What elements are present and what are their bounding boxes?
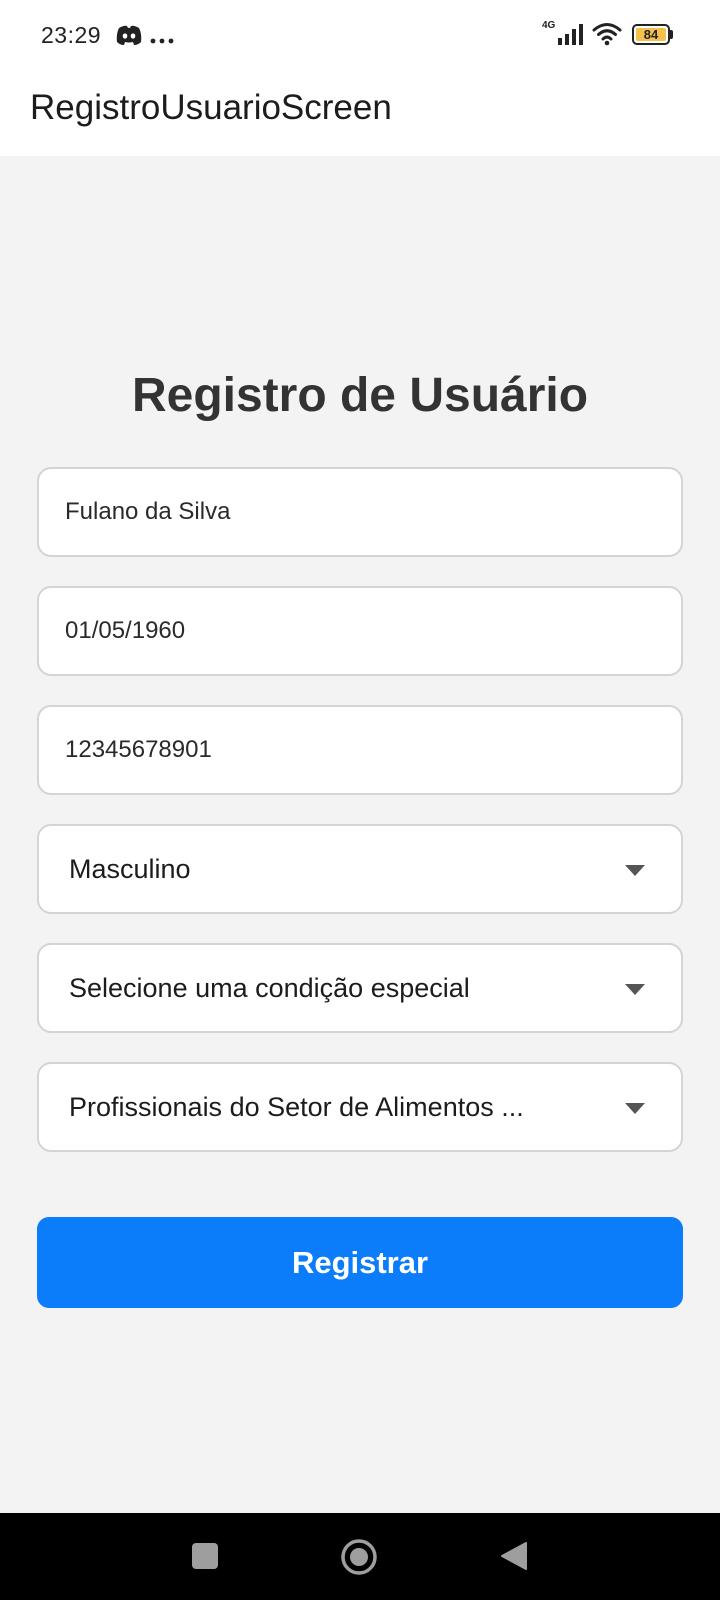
birthdate-field[interactable] bbox=[37, 586, 683, 676]
recents-icon[interactable] bbox=[192, 1543, 218, 1569]
battery-icon: 84 bbox=[632, 24, 674, 45]
special-condition-select-value: Selecione uma condição especial bbox=[69, 972, 470, 1003]
group-select[interactable]: Profissionais do Setor de Alimentos ... bbox=[37, 1062, 683, 1152]
group-select-value: Profissionais do Setor de Alimentos ... bbox=[69, 1091, 524, 1122]
back-icon[interactable] bbox=[500, 1541, 528, 1571]
chevron-down-icon bbox=[625, 983, 645, 995]
page-title: Registro de Usuário bbox=[131, 369, 589, 422]
app-title: RegistroUsuarioScreen bbox=[30, 88, 392, 127]
chevron-down-icon bbox=[625, 864, 645, 876]
app-bar: RegistroUsuarioScreen bbox=[0, 70, 720, 156]
more-icon bbox=[150, 32, 174, 44]
navigation-bar bbox=[0, 1513, 720, 1600]
wifi-icon bbox=[592, 22, 622, 46]
status-time: 23:29 bbox=[41, 22, 102, 48]
cpf-input[interactable] bbox=[39, 707, 681, 793]
signal-icon bbox=[556, 22, 584, 46]
name-field[interactable] bbox=[37, 467, 683, 557]
network-label: 4G bbox=[542, 20, 556, 31]
home-icon[interactable] bbox=[340, 1538, 378, 1576]
special-condition-select[interactable]: Selecione uma condição especial bbox=[37, 943, 683, 1033]
status-bar: 23:29 4G 84 bbox=[0, 0, 720, 70]
birthdate-input[interactable] bbox=[39, 588, 681, 674]
chevron-down-icon bbox=[625, 1102, 645, 1114]
discord-icon bbox=[115, 24, 143, 46]
battery-level: 84 bbox=[636, 27, 666, 42]
cpf-field[interactable] bbox=[37, 705, 683, 795]
register-button[interactable]: Registrar bbox=[37, 1217, 683, 1308]
name-input[interactable] bbox=[39, 469, 681, 555]
gender-select[interactable]: Masculino bbox=[37, 824, 683, 914]
gender-select-value: Masculino bbox=[69, 853, 191, 884]
